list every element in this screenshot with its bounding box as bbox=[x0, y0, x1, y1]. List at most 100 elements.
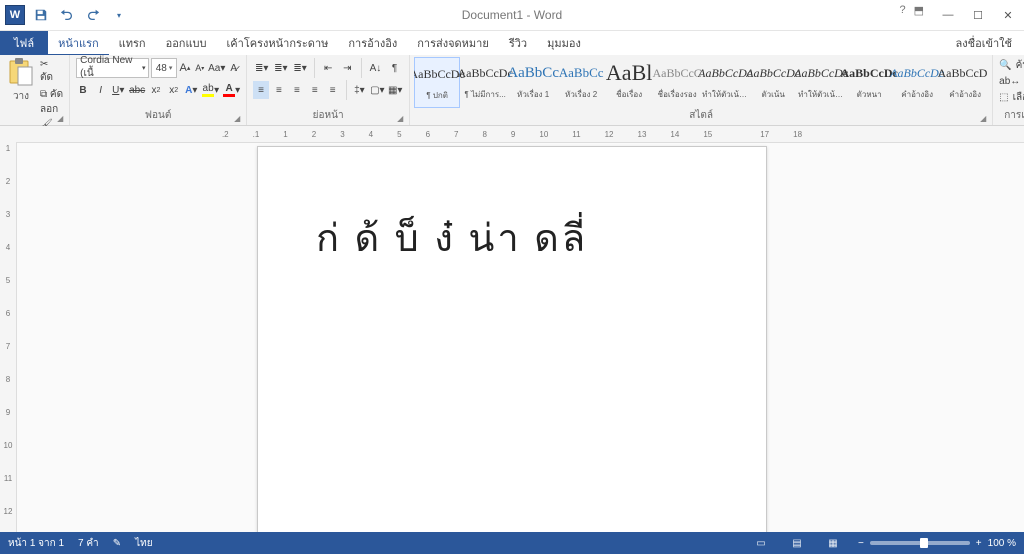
highlight-color-button[interactable]: ab▾ bbox=[202, 81, 219, 99]
style-caption: ตัวเน้น bbox=[761, 88, 784, 101]
style-caption: หัวเรื่อง 1 bbox=[517, 88, 549, 101]
status-language[interactable]: ไทย bbox=[135, 536, 152, 551]
ruler-tick: 13 bbox=[638, 130, 647, 139]
ruler-tick: 1 bbox=[283, 130, 287, 139]
clear-formatting-button[interactable]: A̷ bbox=[227, 59, 240, 77]
document-text[interactable]: ก่ ด้ บ็ ง๋ น่า ดลี่ bbox=[316, 207, 708, 268]
file-tab[interactable]: ไฟล์ bbox=[0, 31, 48, 55]
ruler-tick: 12 bbox=[605, 130, 614, 139]
document-canvas[interactable]: ก่ ด้ บ็ ง๋ น่า ดลี่ bbox=[0, 142, 1024, 554]
group-paragraph: ≣▾ ≣▾ ≣▾ ⇤ ⇥ A↓ ¶ ≡ ≡ ≡ ≡ ≡ ‡▾ ▢▾ ▦▾ ย่อ… bbox=[247, 55, 410, 125]
zoom-in-button[interactable]: + bbox=[976, 538, 982, 549]
tab-insert[interactable]: แทรก bbox=[109, 31, 156, 55]
style-tile[interactable]: AaBbCcหัวเรื่อง 1 bbox=[510, 57, 556, 108]
clipboard-dialog-launcher[interactable]: ◢ bbox=[57, 114, 67, 124]
copy-button[interactable]: ⧉ คัดลอก bbox=[40, 87, 63, 117]
zoom-out-button[interactable]: − bbox=[858, 538, 864, 549]
zoom-slider[interactable] bbox=[870, 541, 970, 545]
style-tile[interactable]: AaBbCcDc¶ ไม่มีการ... bbox=[462, 57, 508, 108]
app-icon[interactable]: W bbox=[4, 4, 26, 26]
font-color-button[interactable]: A▾ bbox=[223, 81, 240, 99]
style-tile[interactable]: AaBbCcDc¶ ปกติ bbox=[414, 57, 460, 108]
style-tile[interactable]: AaBbCcDcตัวเน้น bbox=[750, 57, 796, 108]
superscript-button[interactable]: x2 bbox=[167, 81, 181, 99]
close-button[interactable]: ✕ bbox=[994, 5, 1022, 25]
zoom-level[interactable]: 100 % bbox=[988, 538, 1016, 549]
find-button[interactable]: 🔍 ค้นหา ▾ bbox=[999, 57, 1024, 73]
font-dialog-launcher[interactable]: ◢ bbox=[234, 114, 244, 124]
styles-gallery[interactable]: AaBbCcDc¶ ปกติAaBbCcDc¶ ไม่มีการ...AaBbC… bbox=[414, 57, 988, 108]
borders-button[interactable]: ▦▾ bbox=[387, 81, 403, 99]
group-clipboard: วาง ✂ ตัด ⧉ คัดลอก 🖌 ตัวคัดวางรูปแบบ คลิ… bbox=[0, 55, 70, 125]
style-tile[interactable]: AaBbCcCชื่อเรื่องรอง bbox=[654, 57, 700, 108]
tab-design[interactable]: ออกแบบ bbox=[156, 31, 217, 55]
font-size-combo[interactable]: 48 bbox=[151, 58, 176, 78]
multilevel-list-button[interactable]: ≣▾ bbox=[291, 59, 308, 77]
align-center-button[interactable]: ≡ bbox=[271, 81, 287, 99]
increase-indent-button[interactable]: ⇥ bbox=[339, 59, 356, 77]
select-button[interactable]: ⬚ เลือก ▾ bbox=[999, 89, 1024, 105]
minimize-button[interactable]: — bbox=[934, 5, 962, 25]
ruler-tick: .1 bbox=[253, 130, 260, 139]
text-effects-button[interactable]: A▾ bbox=[184, 81, 198, 99]
title-bar: W ▾ Document1 - Word ? ⬒ — ☐ ✕ bbox=[0, 0, 1024, 31]
justify-button[interactable]: ≡ bbox=[307, 81, 323, 99]
styles-dialog-launcher[interactable]: ◢ bbox=[980, 114, 990, 124]
italic-button[interactable]: I bbox=[94, 81, 108, 99]
decrease-indent-button[interactable]: ⇤ bbox=[320, 59, 337, 77]
align-left-button[interactable]: ≡ bbox=[253, 81, 269, 99]
distributed-button[interactable]: ≡ bbox=[325, 81, 341, 99]
bullets-button[interactable]: ≣▾ bbox=[253, 59, 270, 77]
tab-page-layout[interactable]: เค้าโครงหน้ากระดาษ bbox=[217, 31, 339, 55]
help-button[interactable]: ? bbox=[899, 4, 905, 17]
shading-button[interactable]: ▢▾ bbox=[369, 81, 385, 99]
tab-mailings[interactable]: การส่งจดหมาย bbox=[407, 31, 499, 55]
save-button[interactable] bbox=[30, 4, 52, 26]
tab-home[interactable]: หน้าแรก bbox=[48, 31, 109, 55]
style-tile[interactable]: AaBbCcDcทำให้ตัวเน้น... bbox=[798, 57, 844, 108]
align-right-button[interactable]: ≡ bbox=[289, 81, 305, 99]
style-tile[interactable]: AaBbCcDcคำอ้างอิง bbox=[942, 57, 988, 108]
ruler-tick: 14 bbox=[670, 130, 679, 139]
page[interactable]: ก่ ด้ บ็ ง๋ น่า ดลี่ bbox=[257, 146, 767, 554]
subscript-button[interactable]: x2 bbox=[149, 81, 163, 99]
show-marks-button[interactable]: ¶ bbox=[386, 59, 403, 77]
style-tile[interactable]: AaBbCcหัวเรื่อง 2 bbox=[558, 57, 604, 108]
grow-font-button[interactable]: A▴ bbox=[179, 59, 192, 77]
change-case-button[interactable]: Aa▾ bbox=[208, 59, 225, 77]
tab-review[interactable]: รีวิว bbox=[499, 31, 537, 55]
status-proofing-icon[interactable]: ✎ bbox=[113, 538, 121, 549]
style-tile[interactable]: AaBlชื่อเรื่อง bbox=[606, 57, 652, 108]
view-print-layout[interactable]: ▤ bbox=[786, 534, 808, 552]
style-tile[interactable]: AaBbCcDcตัวหนา bbox=[846, 57, 892, 108]
cut-button[interactable]: ✂ ตัด bbox=[40, 59, 63, 85]
undo-button[interactable] bbox=[56, 4, 78, 26]
status-page[interactable]: หน้า 1 จาก 1 bbox=[8, 536, 64, 551]
sign-in-link[interactable]: ลงชื่อเข้าใช้ bbox=[944, 31, 1024, 55]
tab-references[interactable]: การอ้างอิง bbox=[338, 31, 407, 55]
line-spacing-button[interactable]: ‡▾ bbox=[351, 81, 367, 99]
status-word-count[interactable]: 7 คำ bbox=[78, 536, 99, 551]
bold-button[interactable]: B bbox=[76, 81, 90, 99]
sort-button[interactable]: A↓ bbox=[367, 59, 384, 77]
maximize-button[interactable]: ☐ bbox=[964, 5, 992, 25]
tab-view[interactable]: มุมมอง bbox=[537, 31, 591, 55]
paragraph-dialog-launcher[interactable]: ◢ bbox=[397, 114, 407, 124]
ribbon-display-options[interactable]: ⬒ bbox=[914, 4, 924, 17]
style-tile[interactable]: AaBbCcDcคำอ้างอิง bbox=[894, 57, 940, 108]
workspace: .2.11234567891011121314151718 1234567891… bbox=[0, 126, 1024, 554]
style-sample: AaBbCcDc bbox=[698, 59, 752, 87]
view-web-layout[interactable]: ▦ bbox=[822, 534, 844, 552]
style-tile[interactable]: AaBbCcDcทำให้ตัวเน้น... bbox=[702, 57, 748, 108]
qat-customize[interactable]: ▾ bbox=[108, 4, 130, 26]
style-sample: AaBbCc bbox=[507, 59, 559, 87]
shrink-font-button[interactable]: A▾ bbox=[193, 59, 206, 77]
underline-button[interactable]: U▾ bbox=[111, 81, 125, 99]
font-name-combo[interactable]: Cordia New (เนื้ ▾ bbox=[76, 58, 149, 78]
view-read-mode[interactable]: ▭ bbox=[750, 534, 772, 552]
horizontal-ruler[interactable]: .2.11234567891011121314151718 bbox=[0, 126, 1024, 143]
numbering-button[interactable]: ≣▾ bbox=[272, 59, 289, 77]
replace-button[interactable]: ab↔ แทนที่ bbox=[999, 73, 1024, 89]
strikethrough-button[interactable]: abc bbox=[129, 81, 145, 99]
redo-button[interactable] bbox=[82, 4, 104, 26]
